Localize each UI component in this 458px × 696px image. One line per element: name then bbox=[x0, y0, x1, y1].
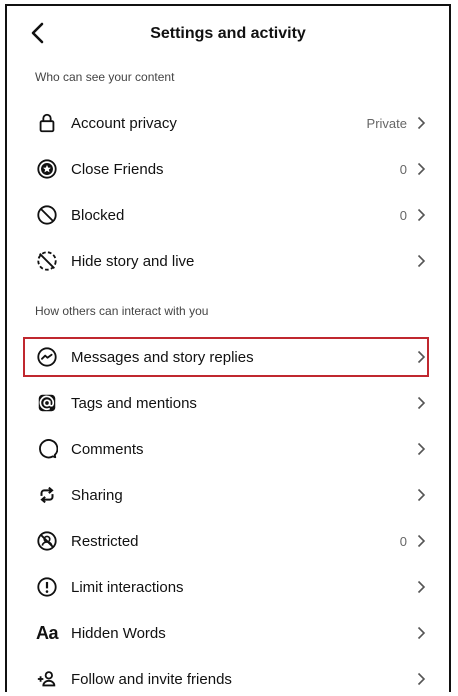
row-label: Limit interactions bbox=[71, 578, 184, 596]
section-label-content-visibility: Who can see your content bbox=[35, 70, 175, 84]
row-label: Restricted bbox=[71, 532, 139, 550]
chevron-right-icon bbox=[417, 161, 427, 177]
row-messages-and-story-replies[interactable]: Messages and story replies bbox=[7, 334, 449, 380]
sharing-icon bbox=[35, 483, 59, 507]
row-label: Blocked bbox=[71, 206, 125, 224]
row-hidden-words[interactable]: Aa Hidden Words bbox=[7, 610, 449, 656]
limit-icon bbox=[35, 575, 59, 599]
row-value: 0 bbox=[399, 533, 407, 549]
chevron-left-icon bbox=[31, 22, 44, 44]
row-label: Account privacy bbox=[71, 114, 177, 132]
row-close-friends[interactable]: Close Friends 0 bbox=[7, 146, 449, 192]
row-follow-and-invite-friends[interactable]: Follow and invite friends bbox=[7, 656, 449, 692]
row-sharing[interactable]: Sharing bbox=[7, 472, 449, 518]
row-value: Private bbox=[366, 115, 407, 131]
lock-icon bbox=[35, 111, 59, 135]
hide-story-icon bbox=[35, 249, 59, 273]
chevron-right-icon bbox=[417, 671, 427, 687]
at-sign-icon bbox=[35, 391, 59, 415]
row-comments[interactable]: Comments bbox=[7, 426, 449, 472]
restricted-icon bbox=[35, 529, 59, 553]
row-hide-story-and-live[interactable]: Hide story and live bbox=[7, 238, 449, 284]
row-restricted[interactable]: Restricted 0 bbox=[7, 518, 449, 564]
chevron-right-icon bbox=[417, 115, 427, 131]
section-label-interactions: How others can interact with you bbox=[35, 304, 209, 318]
row-tags-and-mentions[interactable]: Tags and mentions bbox=[7, 380, 449, 426]
chevron-right-icon bbox=[417, 207, 427, 223]
chevron-right-icon bbox=[417, 395, 427, 411]
row-label: Close Friends bbox=[71, 160, 164, 178]
chevron-right-icon bbox=[417, 487, 427, 503]
back-button[interactable] bbox=[27, 20, 49, 46]
row-limit-interactions[interactable]: Limit interactions bbox=[7, 564, 449, 610]
header: Settings and activity bbox=[7, 6, 449, 62]
settings-screen: Settings and activity Who can see your c… bbox=[5, 4, 451, 692]
row-value: 0 bbox=[399, 207, 407, 223]
row-blocked[interactable]: Blocked 0 bbox=[7, 192, 449, 238]
chevron-right-icon bbox=[417, 441, 427, 457]
row-label: Tags and mentions bbox=[71, 394, 197, 412]
row-label: Hidden Words bbox=[71, 624, 166, 642]
chevron-right-icon bbox=[417, 579, 427, 595]
page-title: Settings and activity bbox=[150, 25, 306, 42]
hidden-words-icon: Aa bbox=[35, 622, 59, 643]
messenger-icon bbox=[35, 345, 59, 369]
blocked-icon bbox=[35, 203, 59, 227]
row-label: Hide story and live bbox=[71, 252, 195, 270]
chevron-right-icon bbox=[417, 625, 427, 641]
chevron-right-icon bbox=[417, 349, 427, 365]
row-label: Follow and invite friends bbox=[71, 670, 232, 688]
row-label: Comments bbox=[71, 440, 144, 458]
row-account-privacy[interactable]: Account privacy Private bbox=[7, 100, 449, 146]
add-person-icon bbox=[35, 667, 59, 691]
chevron-right-icon bbox=[417, 253, 427, 269]
star-circle-icon bbox=[35, 157, 59, 181]
chevron-right-icon bbox=[417, 533, 427, 549]
row-value: 0 bbox=[399, 161, 407, 177]
row-label: Sharing bbox=[71, 486, 123, 504]
comment-icon bbox=[35, 437, 59, 461]
row-label: Messages and story replies bbox=[71, 348, 254, 366]
